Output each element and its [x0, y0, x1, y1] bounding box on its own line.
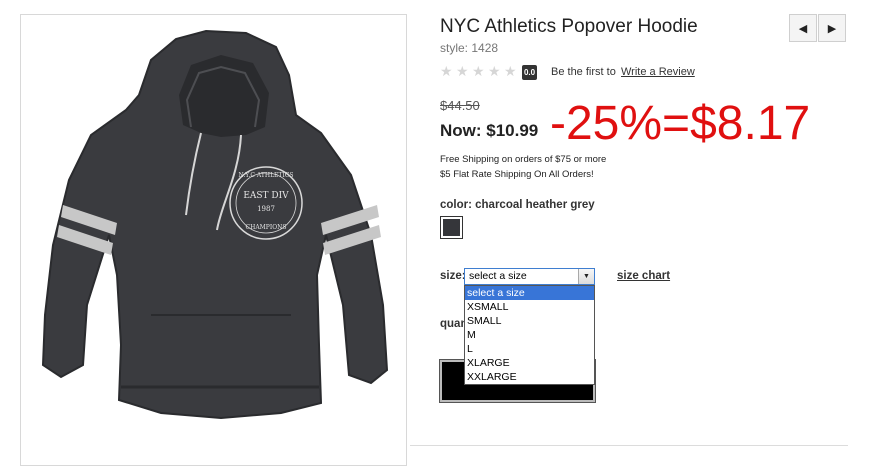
- graphic-text-line2: EAST DIV: [243, 191, 289, 201]
- write-review-link[interactable]: Write a Review: [621, 66, 695, 78]
- size-select-value: select a size: [469, 270, 527, 282]
- shipping-note-flat-rate: $5 Flat Rate Shipping On All Orders!: [440, 169, 594, 180]
- size-option[interactable]: XXLARGE: [465, 370, 594, 384]
- size-option[interactable]: XLARGE: [465, 356, 594, 370]
- triangle-right-icon: ▶: [827, 22, 837, 35]
- triangle-left-icon: ◀: [798, 22, 808, 35]
- next-product-button[interactable]: ▶: [818, 14, 846, 42]
- star-icon: ★: [504, 64, 517, 80]
- size-option[interactable]: M: [465, 328, 594, 342]
- star-icon: ★: [472, 64, 485, 80]
- graphic-text-line3: 1987: [257, 205, 275, 213]
- size-option[interactable]: SMALL: [465, 314, 594, 328]
- shipping-note-free: Free Shipping on orders of $75 or more: [440, 154, 607, 165]
- size-option[interactable]: L: [465, 342, 594, 356]
- star-icon: ★: [488, 64, 501, 80]
- size-dropdown-list[interactable]: select a size XSMALL SMALL M L XLARGE XX…: [464, 285, 595, 385]
- rating-score-badge: 0.0: [522, 64, 537, 80]
- discount-annotation: -25%=$8.17: [550, 97, 811, 150]
- previous-product-button[interactable]: ◀: [789, 14, 817, 42]
- color-label: color: charcoal heather grey: [440, 199, 595, 211]
- original-price: $44.50: [440, 98, 480, 113]
- size-select[interactable]: select a size ▼: [464, 268, 595, 285]
- chevron-down-icon[interactable]: ▼: [578, 269, 594, 284]
- graphic-text-line4: CHAMPIONS: [246, 224, 287, 231]
- star-icon: ★: [456, 64, 469, 80]
- product-title: NYC Athletics Popover Hoodie: [440, 16, 698, 37]
- color-swatch-fill: [443, 219, 460, 236]
- hoodie-illustration: N.Y.C ATHLETICS EAST DIV 1987 CHAMPIONS: [41, 29, 389, 420]
- size-option[interactable]: select a size: [465, 286, 594, 300]
- review-prompt: Be the first to: [551, 66, 616, 78]
- color-swatch-charcoal[interactable]: [440, 216, 463, 239]
- section-divider: [410, 445, 848, 446]
- product-image[interactable]: N.Y.C ATHLETICS EAST DIV 1987 CHAMPIONS: [20, 14, 407, 466]
- sale-price: Now: $10.99: [440, 121, 539, 140]
- size-option[interactable]: XSMALL: [465, 300, 594, 314]
- rating-stars: ★ ★ ★ ★ ★ 0.0: [440, 64, 537, 80]
- product-style: style: 1428: [440, 41, 499, 55]
- graphic-text-line1: N.Y.C ATHLETICS: [238, 172, 293, 179]
- size-chart-link[interactable]: size chart: [617, 270, 670, 282]
- size-label: size:: [440, 270, 466, 282]
- star-icon: ★: [440, 64, 453, 80]
